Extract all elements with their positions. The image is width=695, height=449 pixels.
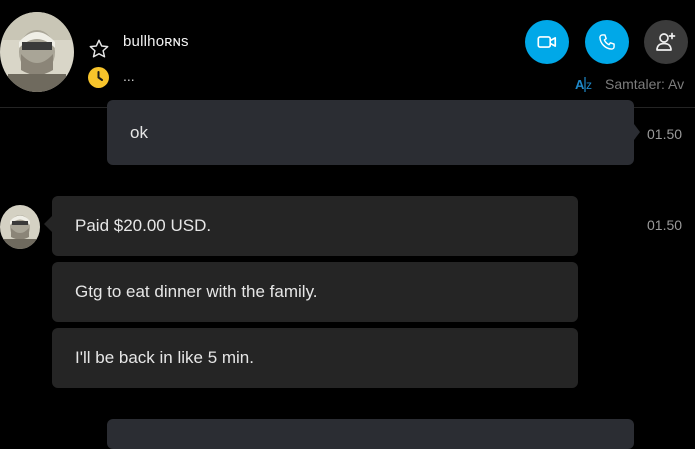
message-bubble-outgoing[interactable]	[107, 419, 634, 449]
message-timestamp: 01.50	[647, 217, 683, 233]
message-bubble-outgoing[interactable]: ok	[107, 100, 634, 165]
audio-call-button[interactable]	[585, 20, 629, 64]
svg-text:z: z	[586, 78, 592, 92]
message-text: Gtg to eat dinner with the family.	[75, 282, 318, 301]
bubble-tail	[634, 124, 640, 140]
svg-text:A: A	[575, 77, 585, 92]
translation-label: Samtaler: Av	[605, 76, 685, 92]
away-clock-icon	[88, 67, 109, 88]
message-timestamp: 01.50	[647, 126, 683, 142]
status-message: ...	[123, 68, 135, 84]
message-text: I'll be back in like 5 min.	[75, 348, 254, 367]
message-bubble-incoming[interactable]: Gtg to eat dinner with the family.	[52, 262, 578, 322]
message-bubble-incoming[interactable]: I'll be back in like 5 min.	[52, 328, 578, 388]
message-text: ok	[130, 122, 148, 142]
contact-name[interactable]: bullhoʀɴs	[123, 33, 189, 50]
message-bubble-incoming[interactable]: Paid $20.00 USD.	[52, 196, 578, 256]
video-call-button[interactable]	[525, 20, 569, 64]
translate-icon: A z	[575, 77, 592, 92]
add-people-button[interactable]	[644, 20, 688, 64]
favorite-star-icon[interactable]	[88, 38, 110, 60]
bubble-tail	[44, 216, 52, 232]
phone-icon	[599, 34, 615, 50]
sender-avatar[interactable]	[0, 205, 40, 249]
message-text: Paid $20.00 USD.	[75, 216, 212, 235]
translation-toggle[interactable]: A z Samtaler: Av	[575, 75, 684, 93]
chat-header: bullhoʀɴs ... A z Samtaler: Av	[0, 0, 695, 108]
contact-avatar[interactable]	[0, 12, 74, 92]
add-person-icon	[656, 32, 676, 51]
video-camera-icon	[537, 36, 557, 48]
